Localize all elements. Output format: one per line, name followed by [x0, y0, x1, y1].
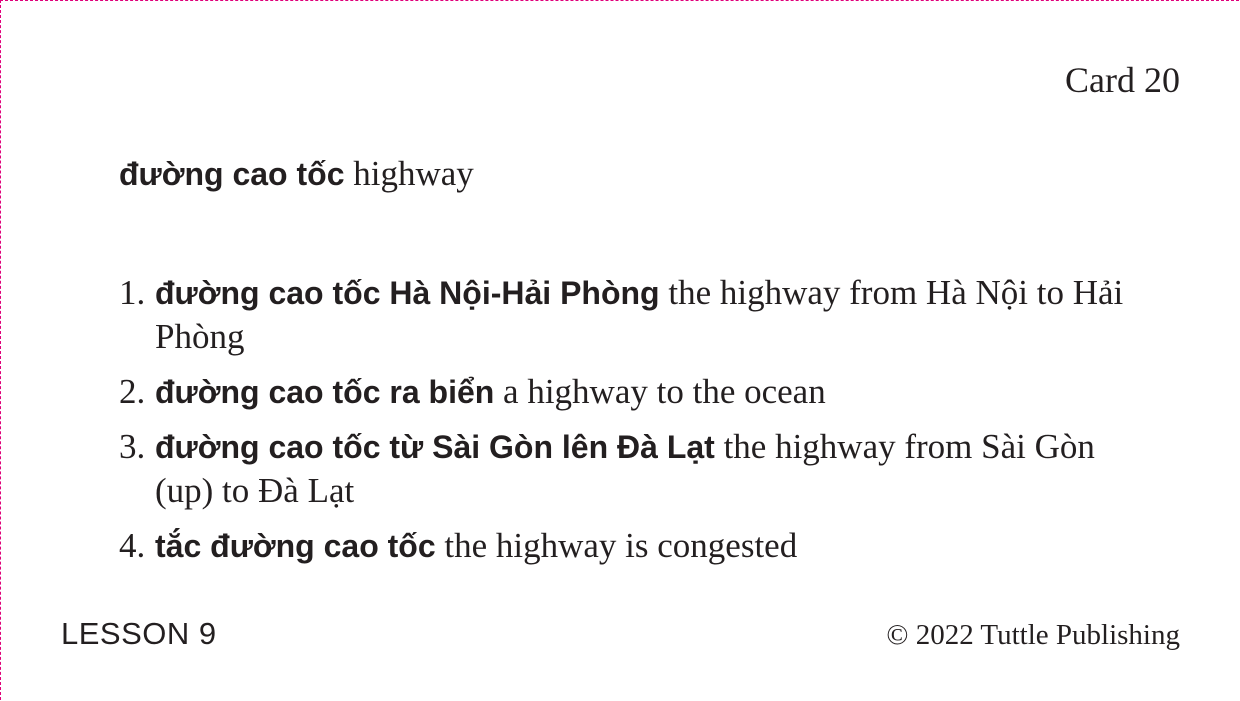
- example-item: 3. đường cao tốc từ Sài Gòn lên Đà Lạt t…: [119, 425, 1129, 513]
- flashcard: Card 20 đường cao tốc highway 1. đường c…: [0, 0, 1239, 700]
- example-list: 1. đường cao tốc Hà Nội-Hải Phòng the hi…: [119, 271, 1129, 579]
- example-english: a highway to the ocean: [503, 372, 826, 411]
- headword-entry: đường cao tốc highway: [119, 153, 474, 195]
- example-number: 2.: [119, 372, 146, 411]
- card-number: Card 20: [1065, 60, 1180, 100]
- lesson-label: LESSON 9: [61, 616, 217, 651]
- example-vietnamese: đường cao tốc ra biển: [155, 374, 495, 410]
- headword-english: highway: [353, 154, 474, 193]
- example-english: the highway is congested: [444, 526, 798, 565]
- example-vietnamese: đường cao tốc từ Sài Gòn lên Đà Lạt: [155, 429, 715, 465]
- example-item: 4. tắc đường cao tốc the highway is cong…: [119, 524, 1129, 568]
- example-item: 1. đường cao tốc Hà Nội-Hải Phòng the hi…: [119, 271, 1129, 359]
- example-item: 2. đường cao tốc ra biển a highway to th…: [119, 370, 1129, 414]
- headword-vietnamese: đường cao tốc: [119, 156, 345, 192]
- copyright-notice: © 2022 Tuttle Publishing: [886, 619, 1180, 651]
- example-number: 4.: [119, 526, 146, 565]
- example-vietnamese: đường cao tốc Hà Nội-Hải Phòng: [155, 275, 660, 311]
- example-number: 1.: [119, 273, 146, 312]
- example-vietnamese: tắc đường cao tốc: [155, 528, 436, 564]
- example-number: 3.: [119, 427, 146, 466]
